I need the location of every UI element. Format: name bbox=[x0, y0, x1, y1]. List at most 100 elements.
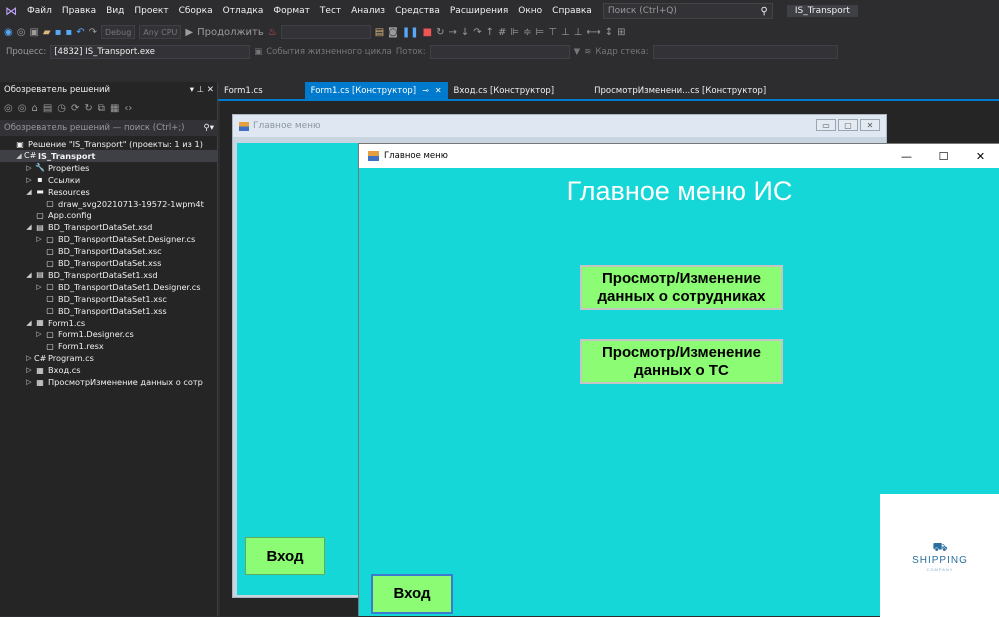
tree-item[interactable]: ◢ ▦ Form1.cs bbox=[0, 317, 218, 329]
tab-login-designer[interactable]: Вход.cs [Конструктор] bbox=[448, 82, 561, 99]
redo-icon[interactable]: ↷ bbox=[89, 27, 97, 38]
thread-dropdown[interactable] bbox=[429, 45, 570, 59]
same-height-icon[interactable]: ↕ bbox=[605, 27, 613, 38]
menu-build[interactable]: Сборка bbox=[174, 6, 218, 16]
menu-tools[interactable]: Средства bbox=[390, 6, 445, 16]
show-next-statement-icon[interactable]: → bbox=[448, 27, 456, 38]
close-icon[interactable]: ✕ bbox=[207, 85, 214, 95]
tree-item[interactable]: ▷ ▢ Form1.Designer.cs bbox=[0, 328, 218, 340]
tree-item[interactable]: ▢ BD_TransportDataSet.xss bbox=[0, 257, 218, 269]
menu-view[interactable]: Вид bbox=[101, 6, 129, 16]
step-over-icon[interactable]: ↷ bbox=[473, 27, 481, 38]
continue-label[interactable]: Продолжить bbox=[197, 27, 264, 38]
code-view-icon[interactable]: ‹› bbox=[124, 103, 132, 114]
tab-form1-designer[interactable]: Form1.cs [Конструктор] ⊸ ✕ bbox=[304, 82, 448, 99]
menu-extensions[interactable]: Расширения bbox=[445, 6, 513, 16]
designer-login-button[interactable]: Вход bbox=[245, 537, 325, 575]
expand-arrow-icon[interactable]: ◢ bbox=[24, 188, 34, 196]
tree-item[interactable]: ◢ ▤ BD_TransportDataSet1.xsd bbox=[0, 269, 218, 281]
filter-icon[interactable]: ▼ bbox=[574, 47, 581, 57]
grid-icon[interactable]: ⊞ bbox=[617, 27, 625, 38]
tree-item[interactable]: ▷ ▪ Ссылки bbox=[0, 174, 218, 186]
lifecycle-events-label[interactable]: События жизненного цикла bbox=[266, 47, 392, 57]
edit-staff-button[interactable]: Просмотр/Изменение данных о сотрудниках bbox=[580, 265, 783, 310]
tree-item[interactable]: ▢ Form1.resx bbox=[0, 340, 218, 352]
same-width-icon[interactable]: ⟷ bbox=[586, 27, 600, 38]
back-nav-icon[interactable]: ◎ bbox=[4, 103, 13, 114]
expand-arrow-icon[interactable]: ▷ bbox=[24, 164, 34, 172]
tree-item[interactable]: ▷ ▦ ПросмотрИзменение данных о сотр bbox=[0, 376, 218, 388]
tree-item[interactable]: ▢ App.config bbox=[0, 209, 218, 221]
copy-icon[interactable]: ⧉ bbox=[98, 103, 105, 114]
switch-views-icon[interactable]: ▤ bbox=[43, 103, 52, 114]
forward-nav-icon[interactable]: ◎ bbox=[18, 103, 27, 114]
tree-item[interactable]: ▣ Решение "IS_Transport" (проекты: 1 из 1… bbox=[0, 138, 218, 150]
tree-item[interactable]: ▢ BD_TransportDataSet1.xsc bbox=[0, 293, 218, 305]
expand-arrow-icon[interactable]: ▷ bbox=[24, 378, 34, 386]
expand-arrow-icon[interactable]: ◢ bbox=[14, 152, 24, 160]
lifecycle-events-icon[interactable]: ▣ bbox=[254, 47, 262, 57]
tab-edit-designer[interactable]: ПросмотрИзменени...cs [Конструктор] bbox=[588, 82, 772, 99]
align-middle-icon[interactable]: ⊥ bbox=[561, 27, 570, 38]
minimize-icon[interactable]: — bbox=[888, 144, 925, 168]
tree-item[interactable]: ▷ ▢ BD_TransportDataSet1.Designer.cs bbox=[0, 281, 218, 293]
close-tab-icon[interactable]: ✕ bbox=[435, 86, 442, 95]
menu-project[interactable]: Проект bbox=[129, 6, 173, 16]
refresh-icon[interactable]: ↻ bbox=[84, 103, 92, 114]
align-center-icon[interactable]: ≑ bbox=[523, 27, 531, 38]
expand-arrow-icon[interactable]: ▷ bbox=[34, 283, 44, 291]
solution-config-dropdown[interactable]: Debug bbox=[100, 25, 136, 39]
tree-item[interactable]: ◢ C# IS_Transport bbox=[0, 149, 218, 162]
launch-target-dropdown[interactable] bbox=[280, 25, 371, 39]
edit-vehicles-button[interactable]: Просмотр/Изменение данных о ТС bbox=[580, 339, 783, 384]
expand-arrow-icon[interactable]: ▷ bbox=[24, 366, 34, 374]
stack-frame-dropdown[interactable] bbox=[652, 45, 838, 59]
tab-form1-code[interactable]: Form1.cs bbox=[218, 82, 269, 99]
menu-edit[interactable]: Правка bbox=[57, 6, 101, 16]
close-icon[interactable]: ✕ bbox=[962, 144, 999, 168]
solution-platform-dropdown[interactable]: Any CPU bbox=[139, 25, 182, 39]
new-project-icon[interactable]: ▣ bbox=[29, 27, 38, 38]
pause-icon[interactable]: ❚❚ bbox=[402, 27, 419, 38]
pin-icon[interactable]: ⊥ bbox=[197, 85, 204, 95]
home-icon[interactable]: ⌂ bbox=[31, 103, 37, 114]
align-right-icon[interactable]: ⊨ bbox=[536, 27, 545, 38]
quick-search-input[interactable]: Поиск (Ctrl+Q) ⚲ bbox=[602, 3, 773, 19]
restart-icon[interactable]: ↻ bbox=[436, 27, 444, 38]
expand-arrow-icon[interactable]: ▷ bbox=[34, 235, 44, 243]
expand-arrow-icon[interactable]: ◢ bbox=[24, 271, 34, 279]
maximize-icon[interactable]: ☐ bbox=[925, 144, 962, 168]
expand-arrow-icon[interactable]: ◢ bbox=[24, 223, 34, 231]
menu-debug[interactable]: Отладка bbox=[218, 6, 269, 16]
menu-test[interactable]: Тест bbox=[315, 6, 346, 16]
tree-item[interactable]: ◢ ▤ BD_TransportDataSet.xsd bbox=[0, 221, 218, 233]
expand-arrow-icon[interactable]: ▷ bbox=[24, 354, 34, 362]
menu-file[interactable]: Файл bbox=[22, 6, 57, 16]
tree-item[interactable]: ▷ C# Program.cs bbox=[0, 352, 218, 364]
expand-arrow-icon[interactable]: ▷ bbox=[34, 330, 44, 338]
save-all-icon[interactable]: ▪ bbox=[65, 27, 72, 38]
menu-help[interactable]: Справка bbox=[547, 6, 597, 16]
expand-arrow-icon[interactable]: ▷ bbox=[24, 176, 34, 184]
back-icon[interactable]: ◉ bbox=[4, 27, 13, 38]
menu-format[interactable]: Формат bbox=[268, 6, 315, 16]
tree-item[interactable]: ▢ BD_TransportDataSet1.xss bbox=[0, 305, 218, 317]
save-icon[interactable]: ▪ bbox=[55, 27, 62, 38]
login-button[interactable]: Вход bbox=[371, 574, 453, 614]
hex-icon[interactable]: # bbox=[498, 27, 506, 38]
tree-item[interactable]: ▷ ▢ BD_TransportDataSet.Designer.cs bbox=[0, 233, 218, 245]
align-left-icon[interactable]: ⊫ bbox=[510, 27, 519, 38]
tree-item[interactable]: ▷ 🔧 Properties bbox=[0, 162, 218, 174]
step-into-icon[interactable]: ↓ bbox=[461, 27, 469, 38]
solution-search-input[interactable]: Обозреватель решений — поиск (Ctrl+;) ⚲▾ bbox=[0, 120, 218, 136]
stack-frame-icon[interactable]: ≋ bbox=[584, 47, 591, 57]
tree-item[interactable]: ▢ draw_svg20210713-19572-1wpm4t bbox=[0, 198, 218, 210]
screenshot-icon[interactable]: ◙ bbox=[388, 27, 398, 38]
tree-item[interactable]: ▢ BD_TransportDataSet.xsc bbox=[0, 245, 218, 257]
undo-icon[interactable]: ↶ bbox=[76, 27, 84, 38]
show-all-files-icon[interactable]: ▦ bbox=[110, 103, 119, 114]
hot-reload-icon[interactable]: ♨ bbox=[268, 27, 277, 38]
stop-icon[interactable]: ■ bbox=[423, 27, 432, 38]
process-dropdown[interactable]: [4832] IS_Transport.exe bbox=[50, 45, 251, 59]
step-out-icon[interactable]: ↑ bbox=[486, 27, 494, 38]
